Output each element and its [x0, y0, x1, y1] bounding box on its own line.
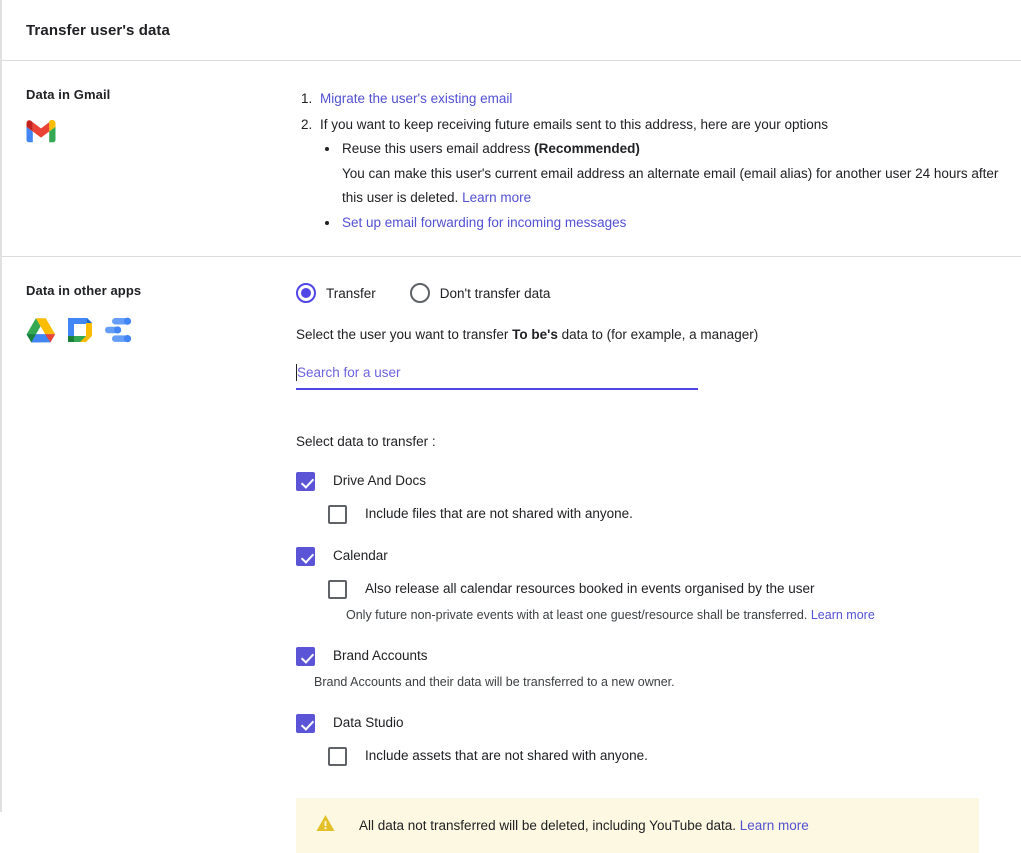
data-in-other-apps-label: Data in other apps — [26, 283, 142, 298]
gmail-item2-text: If you want to keep receiving future ema… — [320, 116, 829, 132]
checkbox-block-drive-and-docs: Drive And Docs Include files that are no… — [296, 471, 1001, 524]
data-in-gmail-label: Data in Gmail — [26, 87, 111, 102]
checkbox-label-data-studio: Data Studio — [333, 715, 404, 730]
text-caret — [296, 364, 297, 381]
checkbox-row-data-studio-include-unshared[interactable]: Include assets that are not shared with … — [328, 746, 1001, 766]
warning-triangle-icon — [316, 814, 335, 837]
checkbox-row-calendar-release-resources[interactable]: Also release all calendar resources book… — [328, 579, 1001, 599]
brand-accounts-note: Brand Accounts and their data will be tr… — [314, 675, 675, 689]
checkbox-row-calendar[interactable]: Calendar — [296, 546, 1001, 566]
checkbox-data-studio[interactable] — [296, 714, 315, 733]
google-calendar-icon — [66, 316, 94, 349]
gmail-icon — [26, 119, 56, 148]
setup-email-forwarding-link[interactable]: Set up email forwarding for incoming mes… — [342, 215, 626, 230]
select-data-to-transfer-label: Select data to transfer : — [296, 434, 436, 449]
checkbox-block-brand-accounts: Brand Accounts Brand Accounts and their … — [296, 646, 1001, 691]
warning-message: All data not transferred will be deleted… — [359, 818, 740, 833]
warning-text: All data not transferred will be deleted… — [359, 818, 809, 833]
data-in-other-apps-section: Data in other apps Transfer Don't transf… — [2, 257, 1021, 853]
reuse-email-description: You can make this user's current email a… — [342, 165, 999, 206]
reuse-email-learn-more-link[interactable]: Learn more — [462, 190, 531, 205]
checkbox-block-calendar: Calendar Also release all calendar resou… — [296, 546, 1001, 624]
radio-dont-transfer-indicator[interactable] — [409, 283, 430, 303]
reuse-email-text: Reuse this users email address — [342, 141, 535, 156]
gmail-sub-list: Reuse this users email address (Recommen… — [320, 137, 1001, 235]
other-apps-right-column: Transfer Don't transfer data Select the … — [296, 283, 1021, 853]
select-user-text-after: data to (for example, a manager) — [557, 327, 759, 342]
checkbox-block-data-studio: Data Studio Include assets that are not … — [296, 713, 1001, 766]
gmail-list-item-2: If you want to keep receiving future ema… — [316, 113, 1001, 236]
calendar-learn-more-link[interactable]: Learn more — [811, 608, 875, 622]
calendar-note-text: Only future non-private events with at l… — [346, 608, 811, 622]
gmail-left-column: Data in Gmail — [2, 87, 296, 256]
radio-option-dont-transfer[interactable]: Don't transfer data — [409, 283, 551, 303]
gmail-right-column: Migrate the user's existing email If you… — [296, 87, 1021, 256]
checkbox-row-data-studio[interactable]: Data Studio — [296, 713, 1001, 733]
data-studio-icon — [104, 317, 132, 348]
checkbox-brand-accounts[interactable] — [296, 647, 315, 666]
checkbox-drive-include-unshared[interactable] — [328, 505, 347, 524]
checkbox-label-drive-include-unshared: Include files that are not shared with a… — [365, 506, 633, 521]
checkbox-label-brand-accounts: Brand Accounts — [333, 648, 428, 663]
gmail-sub-item-forwarding: Set up email forwarding for incoming mes… — [340, 211, 1001, 236]
radio-dont-transfer-label: Don't transfer data — [439, 285, 551, 301]
radio-transfer-indicator[interactable] — [296, 283, 316, 303]
checkbox-label-drive-and-docs: Drive And Docs — [333, 473, 427, 488]
page-header: Transfer user's data — [2, 0, 1021, 61]
radio-transfer-label: Transfer — [326, 285, 376, 301]
checkbox-label-data-studio-include-unshared: Include assets that are not shared with … — [365, 748, 648, 763]
page-title: Transfer user's data — [26, 21, 170, 39]
checkbox-data-studio-include-unshared[interactable] — [328, 747, 347, 766]
calendar-note: Only future non-private events with at l… — [346, 606, 1001, 624]
recommended-badge: (Recommended) — [534, 141, 640, 156]
transfer-data-checkbox-list: Drive And Docs Include files that are no… — [296, 471, 1001, 766]
google-drive-icon — [26, 317, 56, 349]
checkbox-calendar[interactable] — [296, 547, 315, 566]
checkbox-label-calendar: Calendar — [333, 548, 388, 563]
search-user-input[interactable] — [296, 363, 698, 390]
radio-option-transfer[interactable]: Transfer — [296, 283, 376, 303]
target-user-name: To be's — [512, 327, 558, 342]
select-user-text-before: Select the user you want to transfer — [296, 327, 513, 342]
data-in-gmail-section: Data in Gmail Migrate the user's existin… — [2, 61, 1021, 257]
checkbox-drive-and-docs[interactable] — [296, 472, 315, 491]
checkbox-calendar-release-resources[interactable] — [328, 580, 347, 599]
select-user-instruction: Select the user you want to transfer To … — [296, 325, 1001, 345]
checkbox-row-brand-accounts[interactable]: Brand Accounts — [296, 646, 1001, 666]
transfer-user-data-page: Transfer user's data Data in Gmail 1. Mi… — [0, 0, 1021, 853]
search-user-field-wrapper — [296, 363, 698, 390]
other-apps-left-column: Data in other apps — [2, 283, 296, 853]
migrate-existing-email-link[interactable]: Migrate the user's existing email — [320, 91, 512, 106]
gmail-list-item-1: Migrate the user's existing email — [316, 87, 1001, 112]
warning-learn-more-link[interactable]: Learn more — [740, 818, 809, 833]
gmail-icon-row — [26, 119, 296, 148]
gmail-instruction-list: Migrate the user's existing email If you… — [296, 87, 1001, 235]
other-apps-icon-row — [26, 316, 296, 349]
checkbox-label-calendar-release-resources: Also release all calendar resources book… — [365, 581, 815, 596]
checkbox-row-drive-and-docs[interactable]: Drive And Docs — [296, 471, 1001, 491]
checkbox-row-drive-include-unshared[interactable]: Include files that are not shared with a… — [328, 504, 1001, 524]
warning-banner: All data not transferred will be deleted… — [296, 798, 979, 853]
transfer-radio-group: Transfer Don't transfer data — [296, 283, 1001, 303]
gmail-sub-item-reuse: Reuse this users email address (Recommen… — [340, 137, 1001, 211]
